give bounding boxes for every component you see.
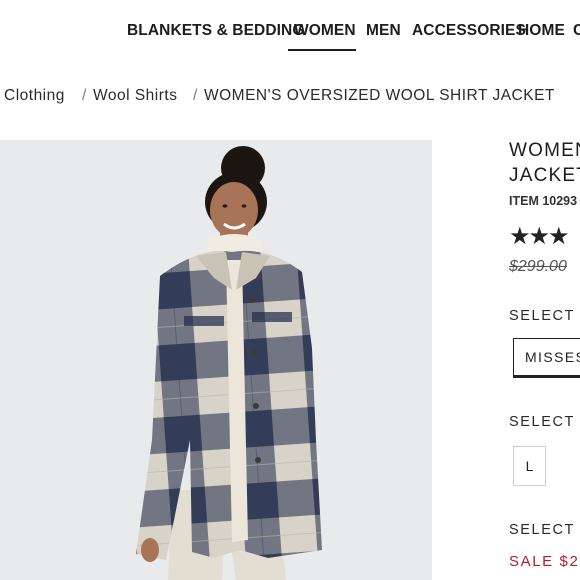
nav-item-women[interactable]: WOMEN [294,22,356,40]
select-size-label: SELECT S [509,414,580,430]
breadcrumb-item-current: WOMEN'S OVERSIZED WOOL SHIRT JACKET [204,87,555,104]
nav-active-indicator [288,49,356,51]
select-color-label: SELECT C [509,522,580,538]
nav-item-truncated[interactable]: C [573,22,580,40]
nav-item-blankets-bedding[interactable]: BLANKETS & BEDDING [127,22,304,40]
breadcrumb-separator: / [193,87,198,104]
product-title-line-1: WOMEN [509,140,580,161]
nav-item-home[interactable]: HOME [518,22,565,40]
size-option-l[interactable]: L [513,446,546,486]
breadcrumb-item-clothing[interactable]: Clothing [4,87,65,105]
breadcrumb-separator: / [82,87,87,104]
product-title-line-2: JACKET [509,165,580,186]
product-image[interactable] [0,140,432,580]
item-number: ITEM 10293 [509,194,578,208]
select-fit-label: SELECT F [509,308,580,324]
breadcrumb-item-wool-shirts[interactable]: Wool Shirts [93,87,177,105]
product-photo-illustration [0,140,432,580]
product-details: WOMEN JACKET ITEM 10293 ★★★ $299.00 SELE… [509,140,580,580]
nav-item-accessories[interactable]: ACCESSORIES [412,22,526,40]
fit-option-misses[interactable]: MISSES [513,338,580,378]
sale-price: SALE $23 [509,553,580,570]
rating-stars[interactable]: ★★★ [509,222,570,251]
main-nav: BLANKETS & BEDDING WOMEN MEN ACCESSORIES… [0,0,580,62]
original-price: $299.00 [509,258,567,275]
nav-item-men[interactable]: MEN [366,22,401,40]
